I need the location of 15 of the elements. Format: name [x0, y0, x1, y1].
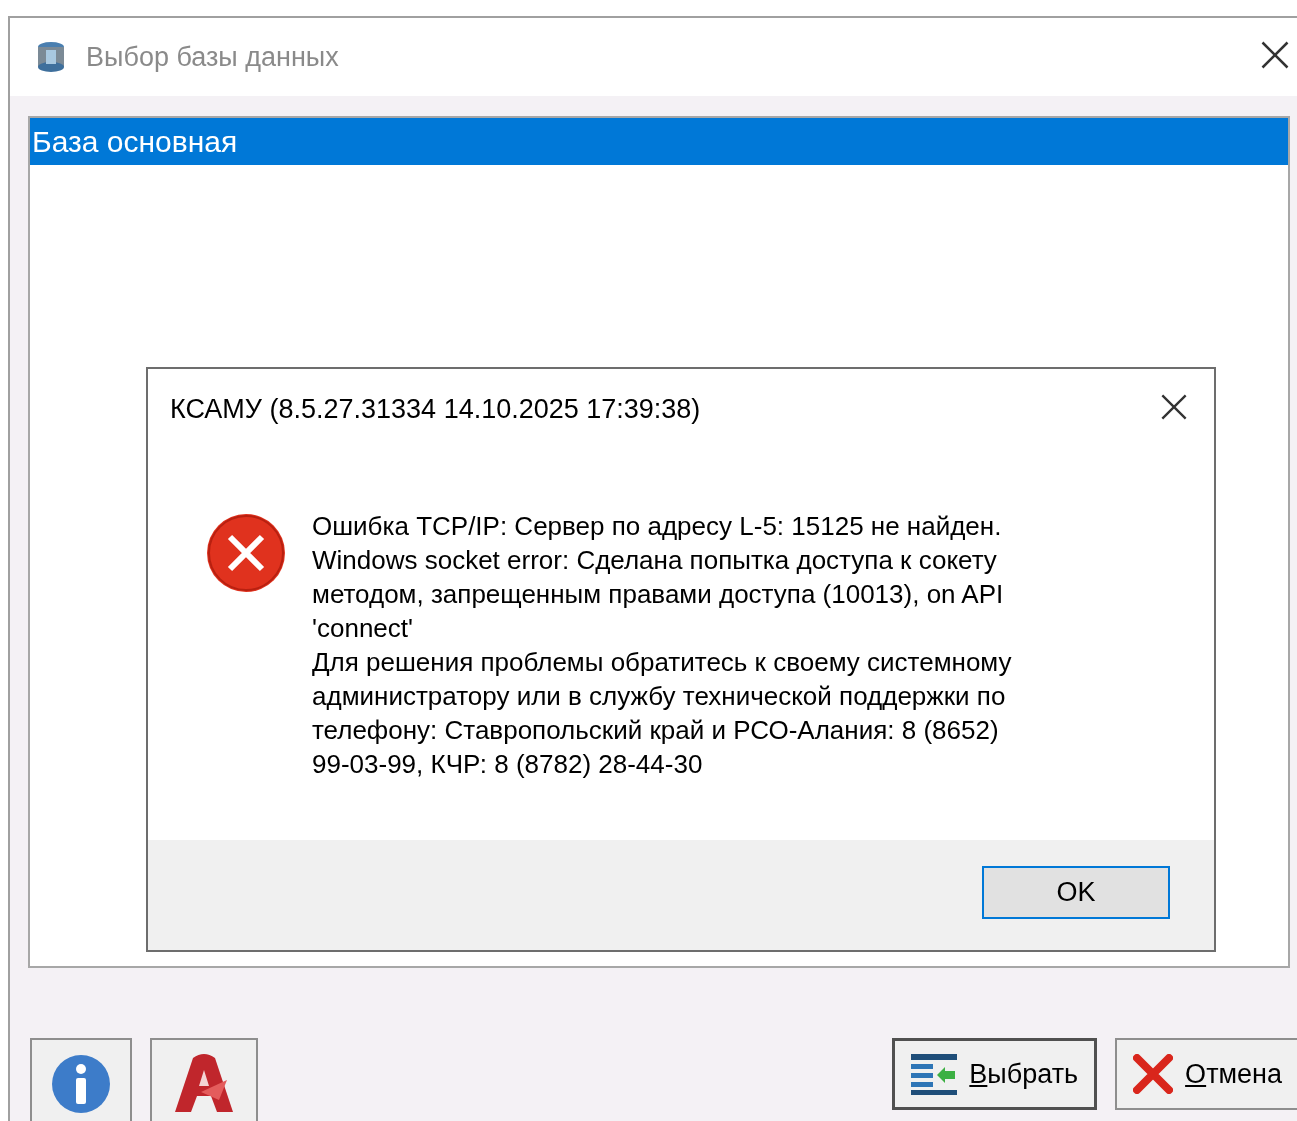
database-item[interactable]: База основная	[30, 118, 1288, 165]
close-icon[interactable]	[1260, 40, 1290, 70]
info-icon	[51, 1054, 111, 1114]
error-icon	[206, 513, 286, 593]
dialog-title: КСАМУ (8.5.27.31334 14.10.2025 17:39:38)	[170, 392, 701, 426]
window-title: Выбор базы данных	[86, 40, 339, 74]
error-message: Ошибка TCP/IP: Сервер по адресу L-5: 15125 не найден. Windows socket error: Сделана попытка доступа к сокету методом, запрещенным правами доступа (10013), on API 'connect' Для решения проблемы обратитесь к своему системному администратору или в службу технической поддержки по телефону: Ставропольский край и РСО-Алания: 8 (8652) 99-03-99, КЧР: 8 (8782) 28-44-30	[312, 510, 1012, 781]
cross-icon	[1133, 1054, 1174, 1094]
select-button[interactable]: Выбрать	[892, 1038, 1098, 1110]
info-button[interactable]	[30, 1038, 132, 1121]
close-icon[interactable]	[1160, 393, 1188, 421]
ok-button[interactable]: OK	[982, 866, 1170, 919]
app-button[interactable]	[150, 1038, 258, 1121]
list-arrow-icon	[911, 1052, 958, 1096]
cancel-button[interactable]: Отмена	[1115, 1038, 1297, 1110]
